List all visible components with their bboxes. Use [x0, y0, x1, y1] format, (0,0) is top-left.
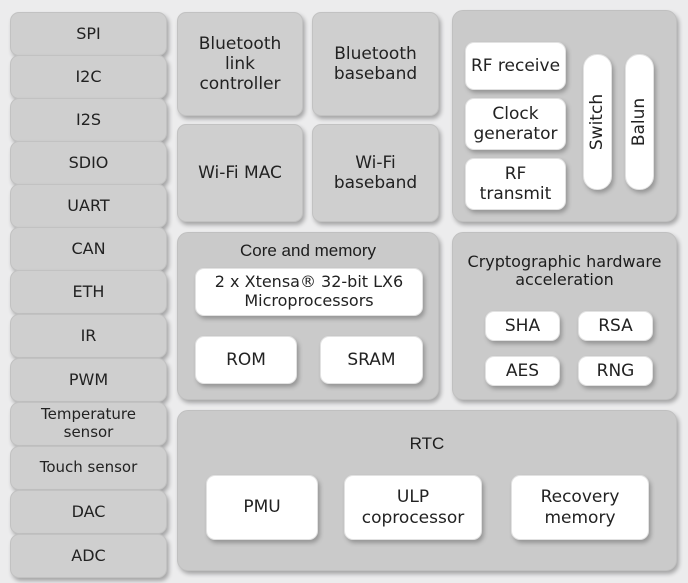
bluetooth-baseband-block[interactable]: Bluetooth baseband: [312, 12, 439, 116]
crypto-block-sha[interactable]: SHA: [485, 311, 560, 341]
peripheral-block-temperature-sensor[interactable]: Temperature sensor: [10, 402, 167, 446]
clock-generator-block[interactable]: Clock generator: [465, 98, 566, 150]
bluetooth-baseband-label: Bluetooth baseband: [333, 43, 418, 84]
bluetooth-link-controller-label: Bluetooth link controller: [198, 33, 282, 95]
ulp-coprocessor-label: ULP coprocessor: [361, 487, 465, 528]
peripheral-label: ETH: [72, 281, 105, 301]
crypto-block-rsa[interactable]: RSA: [578, 311, 653, 341]
rf-group: RF receive Clock generator RF transmit Swi…: [452, 10, 677, 222]
microprocessors-label: 2 x Xtensa® 32-bit LX6 Microprocessors: [214, 272, 404, 310]
peripheral-label: CAN: [71, 238, 106, 258]
peripheral-block-ir[interactable]: IR: [10, 314, 167, 358]
rf-receive-label: RF receive: [470, 55, 561, 76]
rom-block[interactable]: ROM: [195, 336, 297, 384]
peripheral-label: UART: [67, 195, 110, 215]
pmu-block[interactable]: PMU: [206, 475, 318, 540]
peripheral-block-pwm[interactable]: PWM: [10, 358, 167, 402]
crypto-title: Cryptographic hardware acceleration: [467, 252, 662, 290]
peripheral-block-adc[interactable]: ADC: [10, 534, 167, 578]
peripheral-block-dac[interactable]: DAC: [10, 490, 167, 534]
peripheral-block-i2s[interactable]: I2S: [10, 98, 167, 142]
peripheral-label: ADC: [71, 545, 106, 565]
sram-block[interactable]: SRAM: [320, 336, 423, 384]
peripheral-label: SDIO: [68, 152, 109, 172]
peripheral-block-can[interactable]: CAN: [10, 227, 167, 271]
wifi-mac-block[interactable]: Wi-Fi MAC: [177, 124, 303, 222]
peripheral-label: SPI: [76, 23, 101, 43]
rom-label: ROM: [226, 349, 266, 370]
crypto-label: RSA: [598, 315, 633, 336]
microprocessors-block[interactable]: 2 x Xtensa® 32-bit LX6 Microprocessors: [195, 268, 423, 316]
peripheral-label: I2C: [75, 66, 102, 86]
crypto-group: Cryptographic hardware acceleration SHA R…: [452, 232, 677, 400]
peripheral-label: IR: [80, 325, 97, 345]
peripheral-block-spi[interactable]: SPI: [10, 12, 167, 56]
bluetooth-link-controller-block[interactable]: Bluetooth link controller: [177, 12, 303, 116]
crypto-block-aes[interactable]: AES: [485, 356, 560, 386]
peripheral-label: Touch sensor: [39, 458, 138, 477]
crypto-label: SHA: [504, 315, 541, 336]
rf-switch-label: Switch: [587, 93, 608, 151]
wifi-mac-label: Wi-Fi MAC: [198, 162, 282, 183]
sram-label: SRAM: [347, 349, 396, 370]
rf-balun-label: Balun: [629, 97, 650, 147]
clock-generator-label: Clock generator: [473, 103, 558, 144]
esp32-block-diagram: SPI I2C I2S SDIO UART CAN ETH IR PWM Tem…: [0, 0, 688, 583]
crypto-label: AES: [505, 360, 540, 381]
core-and-memory-title: Core and memory: [239, 241, 377, 260]
rtc-group: RTC PMU ULP coprocessor Recovery memory: [177, 410, 677, 571]
rf-transmit-label: RF transmit: [479, 163, 552, 204]
rf-transmit-block[interactable]: RF transmit: [465, 158, 566, 210]
core-and-memory-group: Core and memory 2 x Xtensa® 32-bit LX6 Mi…: [177, 232, 439, 400]
peripheral-label: DAC: [71, 501, 106, 521]
rf-balun-block[interactable]: Balun: [625, 54, 654, 190]
ulp-coprocessor-block[interactable]: ULP coprocessor: [344, 475, 482, 540]
wifi-baseband-label: Wi-Fi baseband: [333, 152, 418, 193]
peripheral-block-eth[interactable]: ETH: [10, 270, 167, 314]
crypto-label: RNG: [596, 360, 635, 381]
peripheral-label: Temperature sensor: [40, 405, 137, 441]
peripheral-label: I2S: [75, 109, 102, 129]
rf-receive-block[interactable]: RF receive: [465, 42, 566, 90]
peripheral-block-sdio[interactable]: SDIO: [10, 141, 167, 185]
peripheral-block-uart[interactable]: UART: [10, 184, 167, 228]
rtc-title: RTC: [409, 434, 445, 453]
recovery-memory-block[interactable]: Recovery memory: [511, 475, 649, 540]
recovery-memory-label: Recovery memory: [540, 487, 620, 528]
pmu-label: PMU: [243, 497, 281, 518]
wifi-baseband-block[interactable]: Wi-Fi baseband: [312, 124, 439, 222]
crypto-block-rng[interactable]: RNG: [578, 356, 653, 386]
peripheral-block-i2c[interactable]: I2C: [10, 55, 167, 99]
rf-switch-block[interactable]: Switch: [583, 54, 612, 190]
peripheral-label: PWM: [68, 369, 109, 389]
peripheral-block-touch-sensor[interactable]: Touch sensor: [10, 446, 167, 490]
